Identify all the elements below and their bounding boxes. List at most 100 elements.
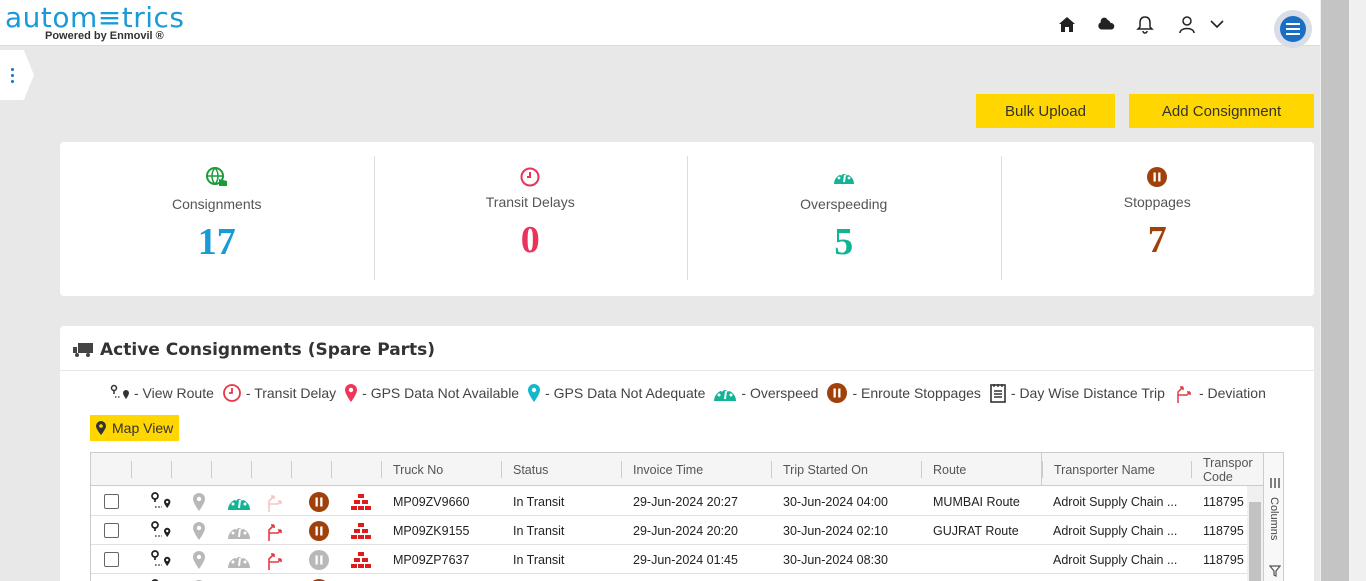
gps-pin-icon[interactable]	[179, 545, 219, 574]
panel-title-text: Active Consignments (Spare Parts)	[100, 340, 436, 360]
cell-transporter-code: 118795	[1203, 494, 1244, 509]
speedometer-icon	[714, 388, 737, 401]
route-icon[interactable]	[141, 574, 181, 581]
column-header-transporter-name[interactable]: Transporter Name	[1041, 453, 1191, 486]
column-header-trip-started[interactable]: Trip Started On	[771, 453, 921, 486]
gps-pin-icon[interactable]	[179, 487, 219, 516]
truck-icon	[73, 343, 93, 357]
stat-overspeeding[interactable]: Overspeeding 5	[687, 142, 1001, 296]
sidebar-toggle[interactable]	[0, 50, 34, 100]
row-checkbox[interactable]	[103, 523, 119, 538]
pause-icon[interactable]	[299, 487, 339, 516]
menu-icon	[1280, 16, 1306, 42]
route-icon[interactable]	[141, 516, 181, 545]
map-pin-icon	[96, 421, 106, 435]
cell-transporter-name: Adroit Supply Chain ...	[1053, 552, 1178, 567]
pause-icon[interactable]	[299, 545, 339, 574]
page-scrollbar[interactable]	[1320, 0, 1366, 581]
speedometer-icon[interactable]	[219, 574, 259, 581]
column-header-status[interactable]: Status	[501, 453, 621, 486]
cell-truck-no: MP09ZK9155	[393, 523, 470, 538]
weather-icon[interactable]	[1097, 14, 1117, 34]
deviation-icon[interactable]	[255, 574, 295, 581]
row-checkbox[interactable]	[103, 552, 119, 567]
column-header-transporter-code[interactable]: Transporter Code	[1191, 453, 1253, 486]
cell-trip-started: 30-Jun-2024 02:10	[783, 523, 888, 538]
route-icon[interactable]	[141, 487, 181, 516]
columns-label: Columns	[1268, 497, 1280, 541]
home-icon[interactable]	[1057, 14, 1077, 34]
stat-consignments[interactable]: Consignments 17	[60, 142, 374, 296]
cell-route	[921, 545, 1041, 574]
deviation-icon[interactable]	[255, 516, 295, 545]
legend-label: - Deviation	[1198, 385, 1266, 401]
legend-label: - View Route	[134, 385, 214, 401]
legend-item: - Transit Delay	[222, 383, 336, 403]
pause-icon[interactable]	[299, 516, 339, 545]
grid-scrollbar[interactable]	[1247, 486, 1263, 581]
table-row[interactable]	[91, 574, 1247, 581]
speedometer-icon	[833, 172, 854, 184]
legend-item: - Day Wise Distance Trip	[989, 383, 1165, 403]
map-view-button[interactable]: Map View	[90, 415, 180, 441]
clock-icon	[520, 167, 540, 187]
cell-status: In Transit	[513, 552, 565, 567]
row-checkbox[interactable]	[103, 494, 119, 509]
pause-icon	[1147, 167, 1168, 187]
pin-red-icon	[345, 384, 358, 402]
speedometer-icon[interactable]	[219, 545, 259, 574]
notepad-icon	[990, 384, 1006, 403]
legend-item: - View Route	[110, 384, 214, 402]
distance-tree-icon[interactable]	[341, 516, 381, 545]
deviation-icon[interactable]	[255, 545, 295, 574]
gps-pin-icon[interactable]	[179, 574, 219, 581]
legend-label: - Overspeed	[741, 385, 819, 401]
table-row[interactable]: MP09ZK9155 In Transit 29-Jun-2024 20:20 30-…	[91, 516, 1247, 545]
pin-teal-icon	[528, 384, 541, 402]
table-row[interactable]: MP09ZP7637 In Transit 29-Jun-2024 01:45 30-…	[91, 545, 1247, 574]
legend-item: - GPS Data Not Adequate	[527, 383, 705, 403]
legend: - View Route - Transit Delay - GPS Data …	[110, 382, 1274, 404]
gps-pin-icon[interactable]	[179, 516, 219, 545]
legend-label: - Enroute Stoppages	[852, 385, 981, 401]
table-row[interactable]: MP09ZV9660 In Transit 29-Jun-2024 20:27 30-…	[91, 487, 1247, 516]
bell-icon[interactable]	[1135, 14, 1155, 34]
logo[interactable]: autom≡trics Powered by Enmovil ®	[5, 3, 185, 43]
pause-icon[interactable]	[299, 574, 339, 581]
clock-icon	[223, 384, 241, 402]
stat-label: Overspeeding	[800, 196, 888, 212]
stat-label: Stoppages	[1123, 194, 1191, 210]
legend-item: - Overspeed	[713, 383, 818, 403]
bulk-upload-button[interactable]: Bulk Upload	[976, 94, 1115, 128]
column-header-invoice-time[interactable]: Invoice Time	[621, 453, 771, 486]
cell-transporter-code: 118795	[1203, 552, 1244, 567]
distance-tree-icon[interactable]	[341, 545, 381, 574]
consignments-grid: Truck No Status Invoice Time Trip Starte…	[90, 452, 1284, 581]
stat-transit-delays[interactable]: Transit Delays 0	[373, 142, 688, 296]
cell-trip-started: 30-Jun-2024 04:00	[783, 494, 888, 509]
cell-transporter-code: 118795	[1203, 523, 1244, 538]
cell-invoice-time: 29-Jun-2024 20:20	[633, 523, 738, 538]
add-consignment-button[interactable]: Add Consignment	[1129, 94, 1314, 128]
distance-tree-icon[interactable]	[341, 487, 381, 516]
deviation-icon[interactable]	[255, 487, 295, 516]
stat-stoppages[interactable]: Stoppages 7	[1000, 142, 1315, 296]
app-header: autom≡trics Powered by Enmovil ®	[0, 0, 1320, 48]
filter-icon	[1269, 565, 1281, 577]
legend-label: - Day Wise Distance Trip	[1010, 385, 1165, 401]
cell-status: In Transit	[513, 494, 565, 509]
speedometer-icon[interactable]	[219, 487, 259, 516]
columns-tool-panel[interactable]: Columns	[1263, 453, 1283, 581]
menu-button[interactable]	[1274, 10, 1312, 48]
cell-status: In Transit	[513, 523, 565, 538]
legend-label: - GPS Data Not Adequate	[545, 385, 706, 401]
column-header-route[interactable]: Route	[921, 453, 1041, 486]
speedometer-icon[interactable]	[219, 516, 259, 545]
legend-label: - Transit Delay	[245, 385, 337, 401]
chevron-down-icon[interactable]	[1207, 14, 1227, 34]
stat-label: Consignments	[172, 196, 262, 212]
user-icon[interactable]	[1177, 14, 1197, 34]
route-icon[interactable]	[141, 545, 181, 574]
column-header-truck-no[interactable]: Truck No	[381, 453, 501, 486]
cell-transporter-name: Adroit Supply Chain ...	[1053, 523, 1178, 538]
